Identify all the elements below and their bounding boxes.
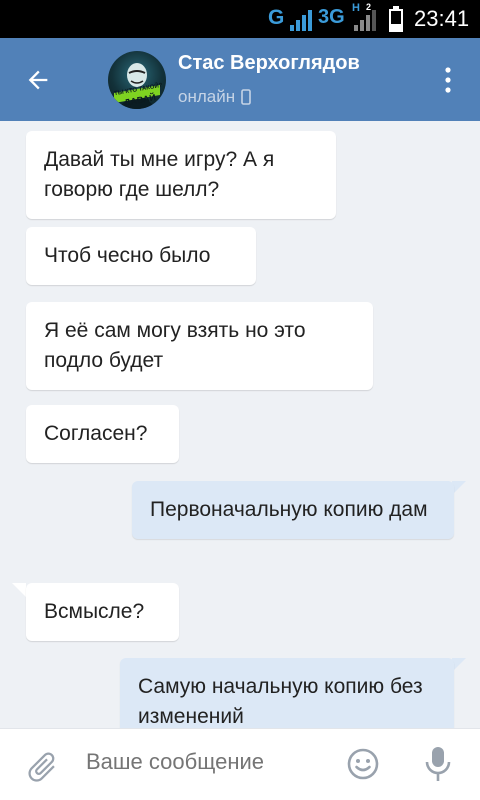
message-input[interactable] — [86, 749, 326, 775]
signal-2-icon — [354, 10, 376, 31]
online-status: онлайн — [178, 87, 251, 107]
back-button[interactable] — [14, 56, 62, 104]
avatar[interactable]: ТЫ КТО ТАКОЙ? ДАВАЙ — [108, 51, 166, 109]
message-incoming[interactable]: Я её сам могу взять но это подло будет — [26, 302, 373, 390]
more-vertical-icon — [445, 67, 451, 93]
paperclip-icon[interactable] — [24, 749, 60, 785]
microphone-icon[interactable] — [424, 745, 452, 783]
clock: 23:41 — [414, 6, 470, 31]
message-incoming[interactable]: Чтоб чесно было — [26, 227, 256, 285]
message-incoming[interactable]: Согласен? — [26, 405, 179, 463]
message-composer — [0, 728, 480, 800]
signal-icon — [290, 10, 312, 31]
online-status-label: онлайн — [178, 87, 236, 106]
message-incoming[interactable]: Давай ты мне игру? А я говорю где шелл? — [26, 131, 336, 219]
bubble-tail-outgoing — [452, 658, 466, 672]
message-outgoing[interactable]: Самую начальную копию без изменений — [120, 658, 454, 728]
message-list[interactable]: Давай ты мне игру? А я говорю где шелл? … — [0, 121, 480, 728]
status-bar: G 3G H 2 23:41 — [0, 0, 480, 38]
arrow-left-icon — [28, 70, 48, 90]
bubble-tail-outgoing — [452, 481, 466, 495]
battery-icon — [389, 6, 403, 32]
smile-icon[interactable] — [346, 747, 380, 781]
phone-icon — [241, 89, 251, 105]
message-outgoing[interactable]: Первоначальную копию дам — [132, 481, 454, 539]
network-type-2: 3G — [318, 6, 345, 28]
chat-title[interactable]: Стас Верхоглядов — [178, 52, 360, 75]
network-type-1: G — [268, 6, 285, 29]
more-button[interactable] — [428, 56, 468, 104]
bubble-tail-incoming — [12, 583, 26, 597]
message-incoming[interactable]: Всмысле? — [26, 583, 179, 641]
chat-header: ТЫ КТО ТАКОЙ? ДАВАЙ Стас Верхоглядов онл… — [0, 38, 480, 121]
